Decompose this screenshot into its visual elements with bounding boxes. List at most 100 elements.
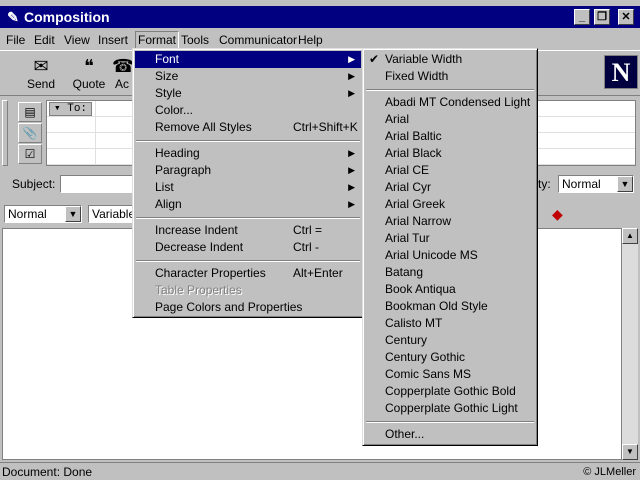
netscape-logo: N — [604, 55, 638, 89]
addressing-grip[interactable] — [2, 100, 8, 166]
font-item[interactable]: Arial Baltic — [365, 128, 535, 145]
font-item[interactable]: Arial Cyr — [365, 179, 535, 196]
font-item[interactable]: Copperplate Gothic Bold — [365, 383, 535, 400]
scroll-down-button[interactable]: ▼ — [622, 444, 638, 460]
font-item[interactable]: Arial — [365, 111, 535, 128]
to-label: To: — [67, 103, 88, 115]
status-text: Document: Done — [2, 465, 93, 479]
submenu-arrow-icon: ▶ — [348, 182, 355, 192]
chevron-down-icon[interactable]: ▼ — [617, 176, 633, 192]
address-icon: ☎ — [112, 56, 135, 76]
font-item[interactable]: Book Antiqua — [365, 281, 535, 298]
format-menu-page-colors[interactable]: Page Colors and Properties — [135, 299, 361, 316]
format-menu: Font ▶ Size ▶ Style ▶ Color... Remove All S… — [132, 48, 364, 318]
format-menu-paragraph[interactable]: Paragraph ▶ — [135, 162, 361, 179]
menu-separator — [366, 421, 534, 423]
font-item[interactable]: Batang — [365, 264, 535, 281]
font-item[interactable]: Abadi MT Condensed Light — [365, 94, 535, 111]
quote-icon: ❝ — [84, 56, 94, 76]
submenu-arrow-icon: ▶ — [348, 199, 355, 209]
submenu-arrow-icon: ▶ — [348, 148, 355, 158]
font-item[interactable]: Copperplate Gothic Light — [365, 400, 535, 417]
menu-edit[interactable]: Edit — [32, 32, 57, 48]
font-item[interactable]: Arial Tur — [365, 230, 535, 247]
font-submenu: ✔ Variable Width Fixed Width Abadi MT Con… — [362, 48, 538, 446]
attachment-tab-icon[interactable]: 📎 — [18, 123, 42, 143]
menu-file[interactable]: File — [4, 32, 27, 48]
font-item[interactable]: Calisto MT — [365, 315, 535, 332]
format-menu-remove-all-styles[interactable]: Remove All Styles Ctrl+Shift+K — [135, 119, 361, 136]
window-title: Composition — [24, 9, 110, 25]
font-name-value: Variable — [92, 207, 136, 221]
menu-separator — [136, 140, 360, 142]
scroll-up-button[interactable]: ▲ — [622, 228, 638, 244]
menu-separator — [136, 217, 360, 219]
address-tab-icon[interactable]: ▤ — [18, 102, 42, 122]
font-item-variable-width[interactable]: ✔ Variable Width — [365, 51, 535, 68]
address-button[interactable]: ☎ Ac — [112, 53, 135, 95]
format-menu-character-properties[interactable]: Character Properties Alt+Enter — [135, 265, 361, 282]
submenu-arrow-icon: ▶ — [348, 165, 355, 175]
format-menu-style[interactable]: Style ▶ — [135, 85, 361, 102]
format-menu-font[interactable]: Font ▶ — [135, 51, 361, 68]
format-menu-align[interactable]: Align ▶ — [135, 196, 361, 213]
vertical-scrollbar[interactable]: ▲ ▼ — [622, 228, 638, 460]
to-field-selector[interactable]: ▾ To: — [49, 102, 93, 116]
subject-label: Subject: — [12, 177, 56, 191]
submenu-arrow-icon: ▶ — [348, 88, 355, 98]
recipient-column-divider — [95, 101, 96, 165]
menu-view[interactable]: View — [62, 32, 92, 48]
paragraph-style-select[interactable]: Normal ▼ — [4, 205, 82, 223]
font-name-select[interactable]: Variable — [88, 205, 136, 223]
font-item[interactable]: Century Gothic — [365, 349, 535, 366]
composition-app-icon: ✎ — [7, 9, 19, 25]
options-tab-icon[interactable]: ☑ — [18, 144, 42, 164]
send-button[interactable]: ✉ Send — [18, 53, 64, 95]
priority-label: ty: — [538, 177, 551, 191]
format-menu-heading[interactable]: Heading ▶ — [135, 145, 361, 162]
font-item[interactable]: Century — [365, 332, 535, 349]
color-picker-icon[interactable]: ◆ — [552, 206, 563, 223]
menu-insert[interactable]: Insert — [96, 32, 130, 48]
composition-window: ✎ Composition _ ❐ ✕ File Edit View Inser… — [0, 0, 640, 480]
font-item[interactable]: Arial Narrow — [365, 213, 535, 230]
menu-tools[interactable]: Tools — [179, 32, 211, 48]
submenu-arrow-icon: ▶ — [348, 54, 355, 64]
check-icon: ✔ — [369, 52, 380, 66]
subject-input[interactable] — [60, 175, 140, 193]
credit-text: © JLMeller — [583, 466, 636, 478]
paragraph-style-value: Normal — [8, 207, 47, 221]
format-menu-list[interactable]: List ▶ — [135, 179, 361, 196]
menu-format[interactable]: Format — [135, 31, 180, 49]
font-item-other[interactable]: Other... — [365, 426, 535, 443]
menu-separator — [366, 89, 534, 91]
font-item-fixed-width[interactable]: Fixed Width — [365, 68, 535, 85]
maximize-button[interactable]: ❐ — [594, 9, 610, 25]
menu-communicator[interactable]: Communicator — [217, 32, 299, 48]
priority-value: Normal — [562, 177, 601, 191]
font-item[interactable]: Arial Black — [365, 145, 535, 162]
quote-label: Quote — [72, 77, 106, 91]
minimize-button[interactable]: _ — [574, 9, 590, 25]
font-item[interactable]: Arial CE — [365, 162, 535, 179]
send-label: Send — [26, 77, 56, 91]
close-button[interactable]: ✕ — [618, 9, 634, 25]
font-item[interactable]: Comic Sans MS — [365, 366, 535, 383]
title-bar: ✎ Composition _ ❐ ✕ — [0, 6, 640, 28]
format-menu-increase-indent[interactable]: Increase Indent Ctrl = — [135, 222, 361, 239]
font-item[interactable]: Bookman Old Style — [365, 298, 535, 315]
format-menu-color[interactable]: Color... — [135, 102, 361, 119]
font-item[interactable]: Arial Unicode MS — [365, 247, 535, 264]
menu-help[interactable]: Help — [296, 32, 325, 48]
font-item[interactable]: Arial Greek — [365, 196, 535, 213]
chevron-down-icon[interactable]: ▼ — [65, 206, 81, 222]
menu-separator — [136, 260, 360, 262]
status-bar: Document: Done © JLMeller — [0, 462, 640, 480]
format-menu-decrease-indent[interactable]: Decrease Indent Ctrl - — [135, 239, 361, 256]
format-menu-size[interactable]: Size ▶ — [135, 68, 361, 85]
submenu-arrow-icon: ▶ — [348, 71, 355, 81]
address-label: Ac — [114, 77, 129, 91]
quote-button[interactable]: ❝ Quote — [66, 53, 112, 95]
format-menu-table-properties: Table Properties — [155, 283, 242, 297]
priority-select[interactable]: Normal ▼ — [558, 175, 634, 193]
